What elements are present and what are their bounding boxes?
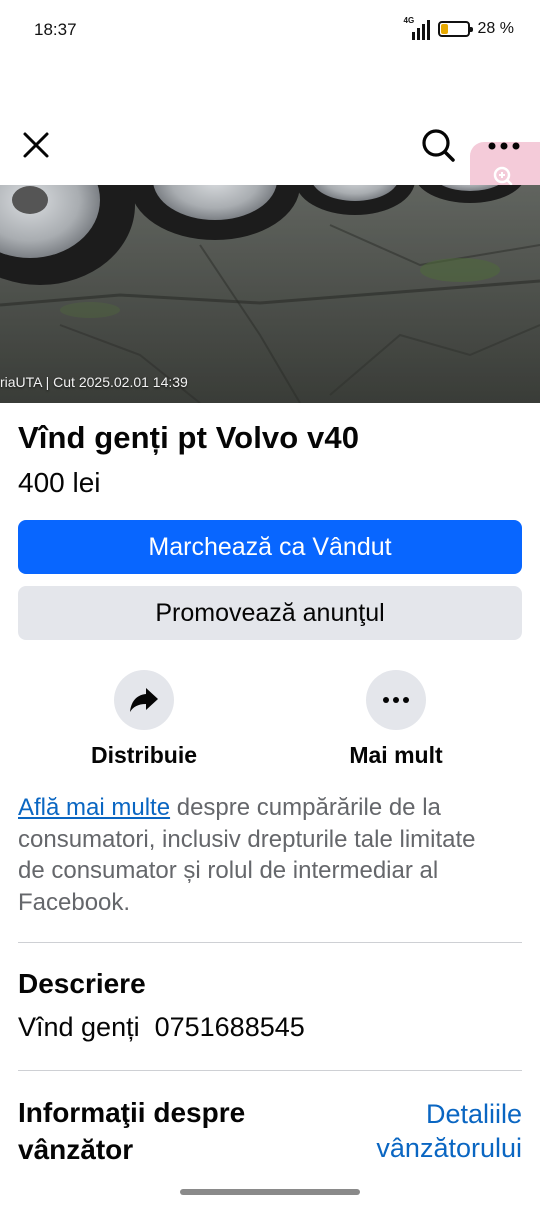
- share-label: Distribuie: [90, 742, 198, 768]
- listing-price: 400 lei: [18, 467, 101, 498]
- seller-details-link[interactable]: Detaliile vânzătorului: [332, 1097, 522, 1165]
- share-action[interactable]: Distribuie: [44, 670, 244, 769]
- close-button[interactable]: [18, 127, 54, 163]
- description-text: Vînd genți 0751688545: [18, 1012, 305, 1042]
- signal-icon: 4G: [404, 16, 430, 40]
- promote-listing-button[interactable]: Promovează anunţul: [18, 586, 522, 640]
- more-dots-icon: [383, 697, 409, 703]
- battery-percent: 28 %: [477, 20, 514, 37]
- top-bar: [0, 115, 540, 185]
- more-button[interactable]: [366, 670, 426, 730]
- learn-more-link[interactable]: Află mai multe: [18, 794, 170, 821]
- search-button[interactable]: [420, 127, 456, 163]
- share-button[interactable]: [114, 670, 174, 730]
- divider: [18, 1070, 522, 1071]
- wheels-photo: [0, 185, 540, 403]
- mark-sold-label: Marchează ca Vândut: [148, 532, 392, 561]
- more-options-button[interactable]: [484, 129, 524, 163]
- photo-watermark: riaUTA | Cut 2025.02.01 14:39: [0, 374, 188, 390]
- status-bar: 18:37 4G 28 %: [0, 0, 540, 62]
- description-heading: Descriere: [18, 968, 146, 999]
- status-icons: 4G 28 %: [404, 16, 514, 40]
- seller-info-heading: Informaţii despre vânzător: [18, 1097, 246, 1165]
- listing-photo[interactable]: [0, 185, 540, 403]
- battery-icon: [437, 21, 473, 37]
- mark-sold-button[interactable]: Marchează ca Vândut: [18, 520, 522, 574]
- share-icon: [130, 688, 158, 712]
- home-indicator[interactable]: [180, 1189, 360, 1195]
- more-label: Mai mult: [349, 742, 443, 768]
- more-horizontal-icon: [488, 142, 520, 150]
- promote-label: Promovează anunţul: [155, 598, 385, 627]
- search-icon: [422, 129, 455, 162]
- more-action[interactable]: Mai mult: [296, 670, 496, 769]
- divider: [18, 942, 522, 943]
- status-time: 18:37: [34, 20, 77, 39]
- close-icon: [23, 132, 49, 158]
- listing-title: Vînd genți pt Volvo v40: [18, 420, 360, 455]
- consumer-info-text: Află mai multe despre cumpărările de la …: [18, 792, 488, 918]
